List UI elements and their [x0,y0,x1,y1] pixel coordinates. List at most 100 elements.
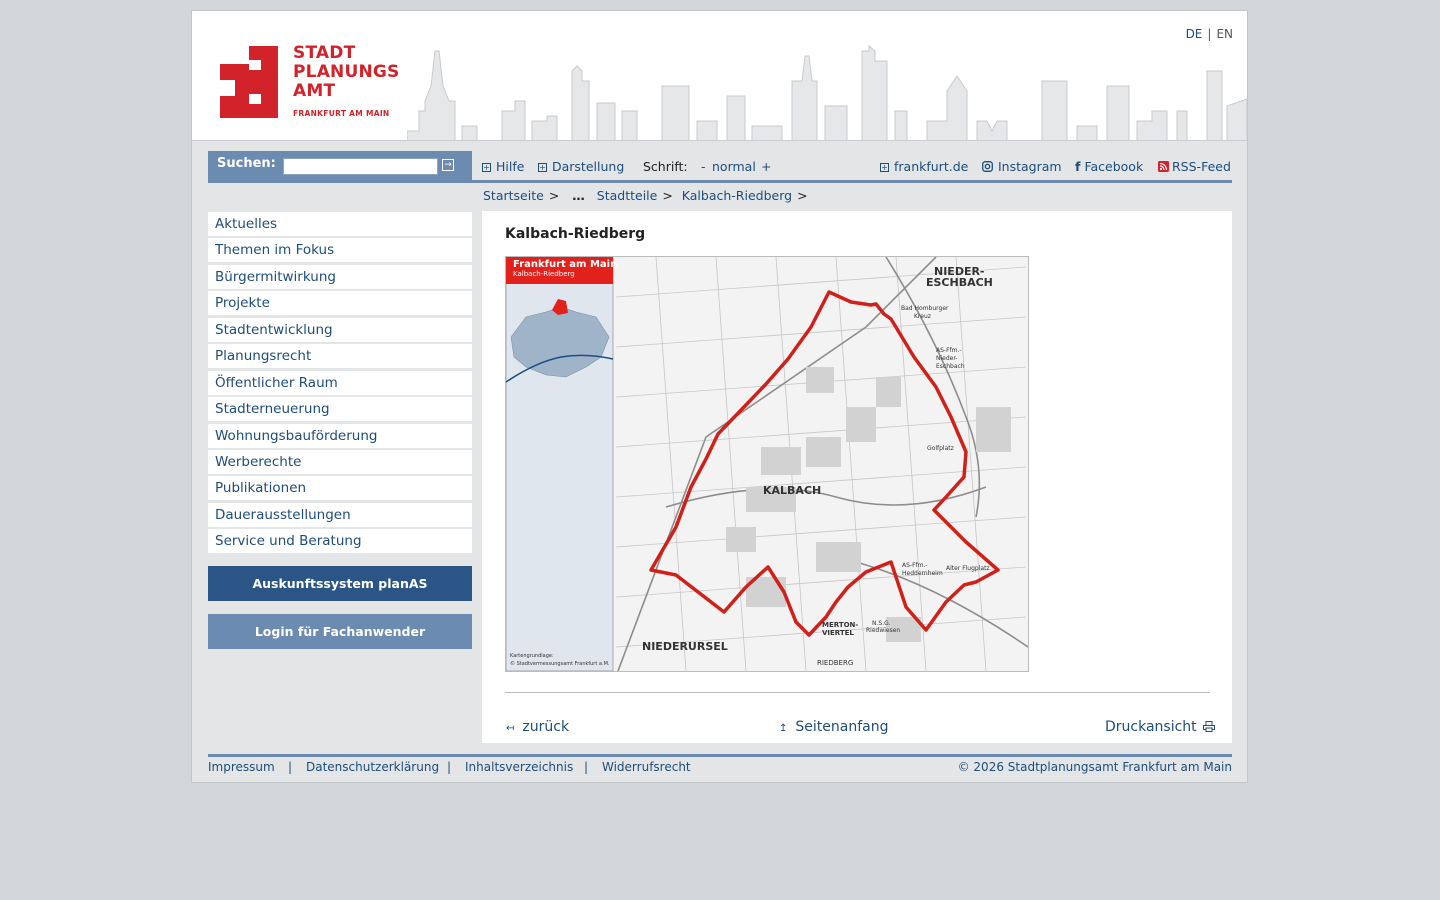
sidebar-item-stadtentwicklung[interactable]: Stadtentwicklung [208,317,472,342]
map-label-as-h-2: Heddernheim [902,570,943,577]
map-credit-source: © Stadtvermessungsamt Frankfurt a.M. [510,661,610,667]
map-inset-subtitle: Kalbach-Riedberg [513,270,575,278]
font-decrease-button[interactable]: - [701,159,706,174]
map-label-kalbach: KALBACH [763,484,822,497]
map-label-riedwiesen: Riedwiesen [866,627,901,634]
map-label-bad-homburger: Bad Homburger [901,305,949,312]
lang-separator: | [1207,27,1212,41]
footer-inhaltsverzeichnis-link[interactable]: Inhaltsverzeichnis [465,760,573,774]
facebook-link[interactable]: f Facebook [1075,159,1143,174]
instagram-icon [982,161,993,172]
search-submit-icon[interactable]: → [442,159,454,171]
print-label: Druckansicht [1105,719,1197,735]
breadcrumb-separator: > [797,188,808,203]
sidebar-item-werberechte[interactable]: Werberechte [208,449,472,474]
font-normal-button[interactable]: normal [712,159,756,174]
language-switcher: DE | EN [1186,27,1233,41]
plus-box-icon: + [880,163,889,172]
map-label-as-h-1: AS-Ffm.- [902,562,928,569]
page-frame: STADT PLANUNGS AMT FRANKFURT AM MAIN DE |… [191,10,1248,783]
font-increase-button[interactable]: + [761,159,771,174]
login-fachanwender-button[interactable]: Login für Fachanwender [208,614,472,649]
footer-separator: | [447,760,452,774]
help-link[interactable]: + Hilfe [482,159,524,174]
search-label: Suchen: [217,156,276,171]
sidebar-item-buergermitwirkung[interactable]: Bürgermitwirkung [208,264,472,289]
map-label-nsg: N.S.G. [872,620,891,627]
facebook-icon: f [1075,159,1081,174]
sidebar-item-themen-im-fokus[interactable]: Themen im Fokus [208,238,472,263]
sidebar-item-projekte[interactable]: Projekte [208,291,472,316]
logo-subtitle: FRANKFURT AM MAIN [293,109,390,118]
sidebar-item-planungsrecht[interactable]: Planungsrecht [208,344,472,369]
sidebar-item-aktuelles[interactable]: Aktuelles [208,212,472,236]
breadcrumb-kalbach-riedberg[interactable]: Kalbach-Riedberg [682,188,792,203]
logo-line-3: AMT [293,81,336,101]
map-inset-title: Frankfurt am Main [513,259,618,270]
sidebar-item-dauerausstellungen[interactable]: Dauerausstellungen [208,502,472,527]
breadcrumb-ellipsis[interactable]: … [572,188,585,203]
top-link[interactable]: ↥ Seitenanfang [779,719,888,735]
instagram-link[interactable]: Instagram [982,159,1062,174]
page-title: Kalbach-Riedberg [505,226,646,242]
back-arrow-icon: ↤ [506,723,515,734]
footer-datenschutz-link[interactable]: Datenschutzerklärung [306,760,439,774]
map-label-eschbach: ESCHBACH [926,276,993,289]
logo-text[interactable]: STADT PLANUNGS AMT [293,44,400,101]
lang-en-link[interactable]: EN [1216,27,1233,41]
up-arrow-icon: ↥ [779,723,788,734]
sidebar-item-wohnungsbaufoerderung[interactable]: Wohnungsbauförderung [208,423,472,448]
map-label-riedberg: RIEDBERG [817,659,854,667]
search-input[interactable] [283,158,438,175]
printer-icon [1202,721,1215,732]
breadcrumb-separator: > [662,188,673,203]
main-content: Kalbach-Riedberg Frankfurt am Main Kalba… [482,211,1232,743]
rss-link[interactable]: RSS-Feed [1158,159,1231,174]
map-label-alter-flugplatz: Alter Flugplatz [946,565,990,572]
instagram-label: Instagram [998,159,1062,174]
display-link[interactable]: + Darstellung [538,159,624,174]
logo-line-1: STADT [293,43,356,63]
breadcrumb-separator: > [548,188,560,203]
sidebar-item-oeffentlicher-raum[interactable]: Öffentlicher Raum [208,370,472,395]
back-label: zurück [522,719,570,735]
footer-copyright: © 2026 Stadtplanungsamt Frankfurt am Mai… [957,760,1232,774]
lang-de-link[interactable]: DE [1186,27,1203,41]
frankfurt-link[interactable]: + frankfurt.de [880,159,968,174]
map-label-as-ne-3: Eschbach [936,363,965,370]
breadcrumb-startseite[interactable]: Startseite [483,188,544,203]
font-size-label: Schrift: [643,159,688,174]
planas-button[interactable]: Auskunftssystem planAS [208,566,472,601]
map-label-as-ne-1: AS-Ffm.- [936,347,962,354]
footer-widerrufsrecht-link[interactable]: Widerrufsrecht [602,760,691,774]
logo-mark-icon[interactable] [220,46,278,118]
breadcrumb-stadtteile[interactable]: Stadtteile [597,188,658,203]
footer-divider [208,754,1232,757]
print-link[interactable]: Druckansicht [1105,719,1215,735]
map-label-merton: MERTON- [822,621,859,629]
map-label-niederursel: NIEDERURSEL [642,640,728,653]
district-map: Frankfurt am Main Kalbach-Riedberg NIEDE… [505,256,1029,672]
skyline-illustration [407,44,1247,140]
footer-separator: | [288,760,293,774]
plus-box-icon: + [538,163,547,172]
sidebar-item-publikationen[interactable]: Publikationen [208,476,472,501]
navbar: Suchen: → + Hilfe + Darstellung Schrift: -… [208,151,1232,183]
content-divider [505,692,1210,693]
sidebar-nav: Aktuelles Themen im Fokus Bürgermitwirku… [208,212,472,556]
back-link[interactable]: ↤ zurück [506,719,569,735]
help-label: Hilfe [496,159,525,174]
breadcrumb: Startseite > … Stadtteile > Kalbach-Riedbe… [483,188,813,203]
display-label: Darstellung [552,159,625,174]
footer-impressum-link[interactable]: Impressum [208,760,275,774]
sidebar-item-service-und-beratung[interactable]: Service und Beratung [208,529,472,554]
search-box: Suchen: → [208,151,472,183]
sidebar-item-stadterneuerung[interactable]: Stadterneuerung [208,397,472,422]
plus-box-icon: + [482,163,491,172]
map-label-viertel: VIERTEL [822,629,854,637]
facebook-label: Facebook [1084,159,1144,174]
header: STADT PLANUNGS AMT FRANKFURT AM MAIN DE |… [192,11,1247,141]
top-label: Seitenanfang [795,719,889,735]
map-credit-label: Kartengrundlage: [510,653,554,659]
map-label-golfplatz: Golfplatz [927,445,954,452]
